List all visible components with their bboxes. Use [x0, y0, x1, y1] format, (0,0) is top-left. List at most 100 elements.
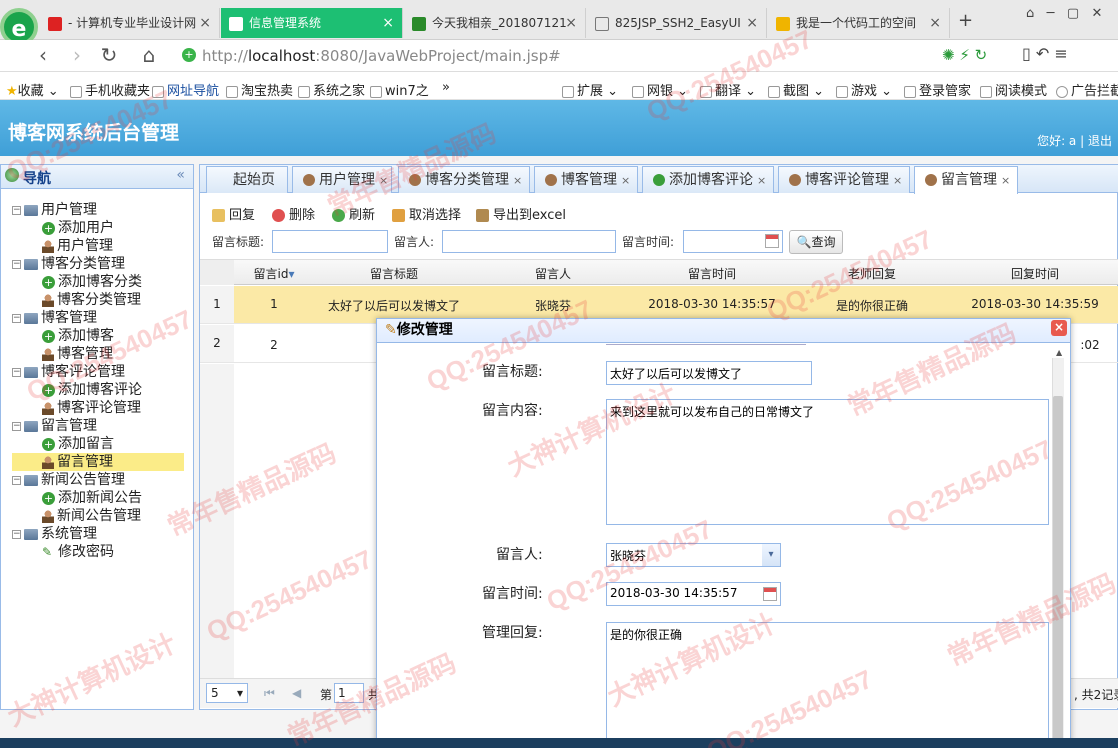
collapse-toggle-icon[interactable]: − [12, 529, 21, 539]
bookmark-item[interactable]: 手机收藏夹 [70, 80, 150, 99]
first-page-icon[interactable]: ⏮ [264, 686, 275, 701]
collapse-toggle-icon[interactable]: − [12, 475, 21, 485]
search-title-input[interactable] [272, 230, 388, 253]
msg-time-input[interactable]: 2018-03-30 14:35:57 [606, 582, 781, 606]
nav-item[interactable]: ✎ 修改密码 [12, 543, 184, 561]
nav-item[interactable]: 用户管理 [12, 237, 184, 255]
calendar-icon[interactable] [763, 587, 777, 601]
nav-item[interactable]: 博客评论管理 [12, 399, 184, 417]
close-icon[interactable]: × [382, 8, 394, 38]
window-controls[interactable]: ⌂ ─ ▢ ✕ [1026, 6, 1102, 21]
scroll-up-icon[interactable]: ▲ [1056, 348, 1062, 357]
nav-item[interactable]: 留言管理 [12, 453, 184, 471]
reply-button[interactable]: 回复 [212, 204, 255, 223]
new-tab-button[interactable]: + [958, 10, 973, 31]
close-icon[interactable]: × [746, 8, 758, 38]
dialog-close-button[interactable]: × [1051, 320, 1067, 336]
msg-content-textarea[interactable]: 来到这里就可以发布自己的日常博文了 [606, 399, 1049, 525]
cancel-select-button[interactable]: 取消选择 [392, 204, 461, 223]
tab-category-manage[interactable]: 博客分类管理 × [398, 166, 530, 193]
browser-tab-2[interactable]: 信息管理系统 × [221, 8, 403, 38]
menu-icons[interactable]: ▯ ↶ ≡ [1022, 44, 1068, 63]
browser-tab-1[interactable]: - 计算机专业毕业设计网 × [40, 8, 220, 38]
col-header-id[interactable]: 留言id▾ [234, 265, 314, 282]
close-icon[interactable]: × [379, 174, 388, 187]
nav-item[interactable]: 博客分类管理 [12, 291, 184, 309]
search-button[interactable]: 🔍查询 [789, 230, 843, 254]
nav-item[interactable]: + 添加留言 [12, 435, 184, 453]
search-person-input[interactable] [442, 230, 616, 253]
tab-add-comment[interactable]: 添加博客评论 × [642, 166, 774, 193]
calendar-icon[interactable] [765, 234, 779, 248]
export-excel-button[interactable]: 导出到excel [476, 204, 566, 223]
chevron-down-icon[interactable]: ▾ [762, 544, 780, 566]
bookmark-item[interactable]: ★收藏 ⌄ [6, 80, 59, 99]
toolbar-item[interactable]: 翻译 ⌄ [700, 80, 756, 99]
nav-item[interactable]: + 添加用户 [12, 219, 184, 237]
nav-group[interactable]: − 新闻公告管理 [12, 471, 184, 489]
msg-person-select[interactable]: 张晓芬 ▾ [606, 543, 781, 567]
tab-user-manage[interactable]: 用户管理 × [292, 166, 392, 193]
nav-item[interactable]: + 添加博客分类 [12, 273, 184, 291]
nav-group[interactable]: − 博客评论管理 [12, 363, 184, 381]
bookmark-item[interactable]: 网址导航 [152, 80, 219, 99]
reply-textarea[interactable]: 是的你很正确 [606, 622, 1049, 748]
nav-item[interactable]: + 添加新闻公告 [12, 489, 184, 507]
col-header-reply[interactable]: 老师回复 [792, 265, 952, 282]
page-number-input[interactable]: 1 [334, 683, 364, 703]
nav-item[interactable]: 博客管理 [12, 345, 184, 363]
nav-item[interactable]: + 添加博客评论 [12, 381, 184, 399]
tab-comment-manage[interactable]: 博客评论管理 × [778, 166, 910, 193]
page-size-select[interactable]: 5 ▾ [206, 683, 248, 703]
collapse-toggle-icon[interactable]: − [12, 205, 21, 215]
toolbar-item[interactable]: 登录管家 [904, 80, 971, 99]
scrollbar-thumb[interactable] [1053, 396, 1063, 748]
close-icon[interactable]: × [1001, 174, 1010, 187]
nav-group[interactable]: − 用户管理 [12, 201, 184, 219]
browser-tab-3[interactable]: 今天我相亲_201807121 × [404, 8, 586, 38]
nav-item[interactable]: + 添加博客 [12, 327, 184, 345]
close-icon[interactable]: × [757, 174, 766, 187]
bookmark-item[interactable]: 系统之家 [298, 80, 365, 99]
refresh-button[interactable]: 刷新 [332, 204, 375, 223]
close-icon[interactable]: × [513, 174, 522, 187]
col-header-reply-time[interactable]: 回复时间 [952, 265, 1118, 282]
delete-button[interactable]: 删除 [272, 204, 315, 223]
nav-group[interactable]: − 博客分类管理 [12, 255, 184, 273]
toolbar-item[interactable]: 广告拦截 [1056, 80, 1118, 99]
col-header-person[interactable]: 留言人 [474, 265, 632, 282]
nav-group[interactable]: − 博客管理 [12, 309, 184, 327]
toolbar-item[interactable]: 扩展 ⌄ [562, 80, 618, 99]
nav-item[interactable]: 新闻公告管理 [12, 507, 184, 525]
browser-tab-5[interactable]: 我是一个代码工的空间 × [768, 8, 950, 38]
tab-message-manage[interactable]: 留言管理 × [914, 166, 1018, 194]
nav-group[interactable]: − 留言管理 [12, 417, 184, 435]
toolbar-item[interactable]: 截图 ⌄ [768, 80, 824, 99]
close-icon[interactable]: × [199, 8, 211, 38]
toolbar-item[interactable]: 游戏 ⌄ [836, 80, 892, 99]
bookmark-item[interactable]: 淘宝热卖 [226, 80, 293, 99]
collapse-icon[interactable]: « [176, 167, 185, 183]
collapse-toggle-icon[interactable]: − [12, 259, 21, 269]
bookmark-item[interactable]: win7之 [370, 80, 429, 99]
url-field[interactable]: http://localhost:8080/JavaWebProject/mai… [202, 44, 962, 68]
search-time-input[interactable] [683, 230, 783, 253]
collapse-toggle-icon[interactable]: − [12, 421, 21, 431]
toolbar-item[interactable]: 网银 ⌄ [632, 80, 688, 99]
home-icon[interactable]: ⌂ [138, 44, 160, 66]
collapse-toggle-icon[interactable]: − [12, 313, 21, 323]
collapse-toggle-icon[interactable]: − [12, 367, 21, 377]
bookmark-more[interactable]: » [442, 80, 450, 95]
close-icon[interactable]: × [565, 8, 577, 38]
close-icon[interactable]: × [621, 174, 630, 187]
extension-icons[interactable]: ✺ ⚡ ↻ [942, 46, 987, 64]
back-icon[interactable]: ‹ [32, 44, 54, 66]
tab-home[interactable]: 起始页 [206, 166, 288, 193]
forward-icon[interactable]: › [66, 44, 88, 66]
browser-tab-4[interactable]: 825JSP_SSH2_EasyUI × [587, 8, 767, 38]
tab-blog-manage[interactable]: 博客管理 × [534, 166, 638, 193]
reload-icon[interactable]: ↻ [98, 44, 120, 66]
close-icon[interactable]: × [929, 8, 941, 38]
col-header-time[interactable]: 留言时间 [632, 265, 792, 282]
msg-title-input[interactable]: 太好了以后可以发博文了 [606, 361, 812, 385]
